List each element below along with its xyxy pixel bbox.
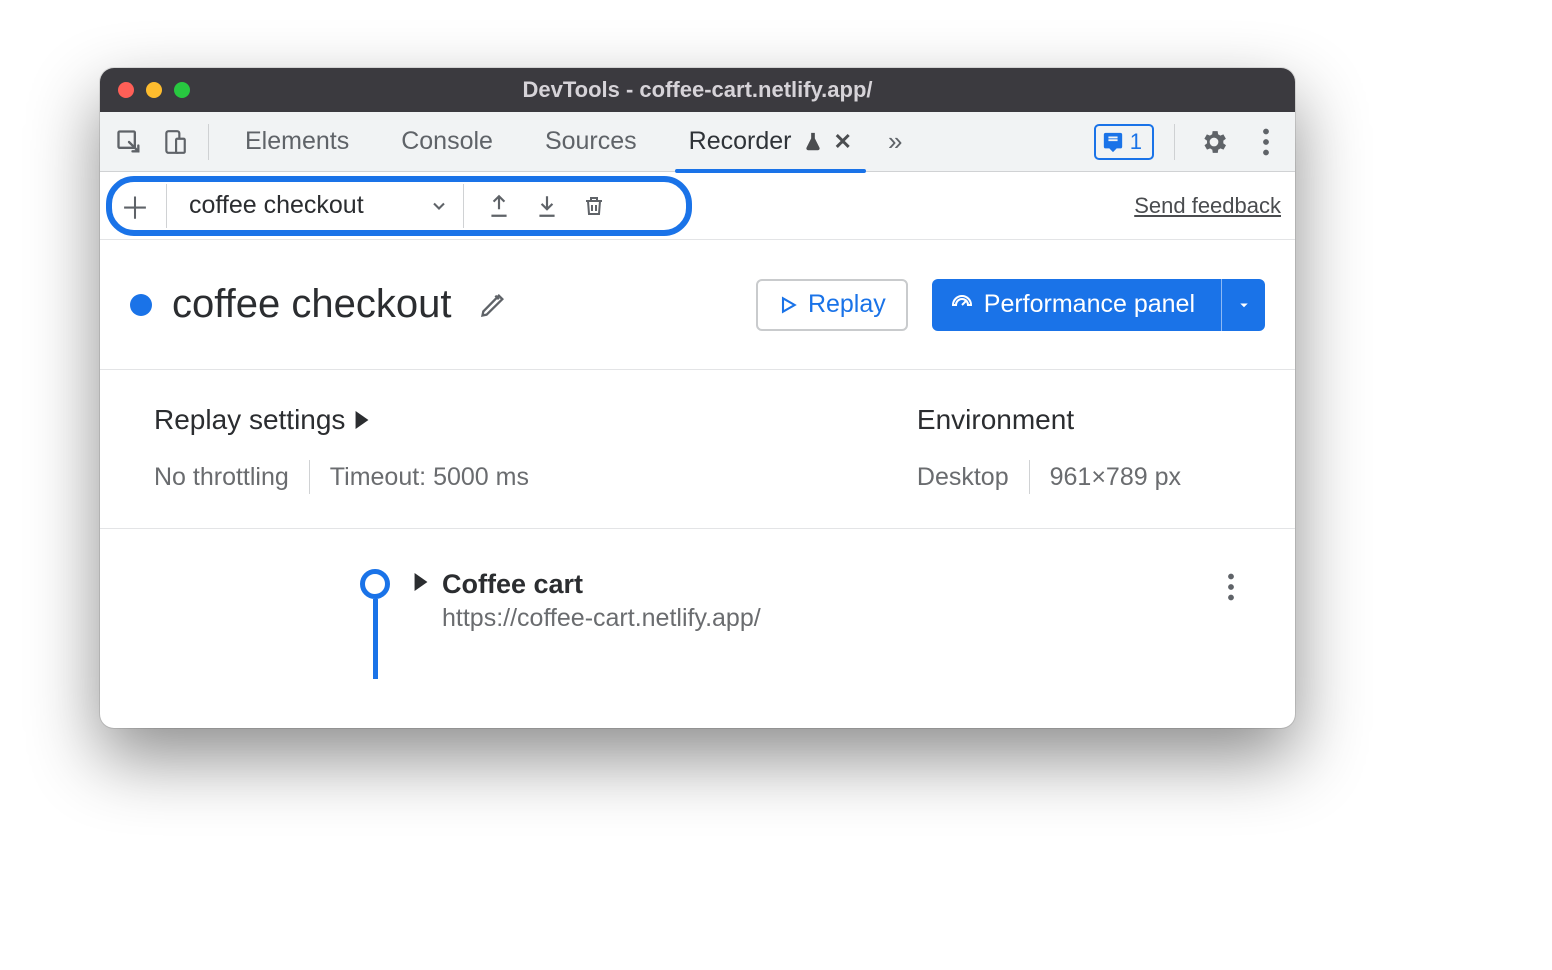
performance-panel-button[interactable]: Performance panel	[932, 279, 1265, 331]
device-value: Desktop	[917, 463, 1009, 492]
divider	[208, 124, 209, 160]
recorder-toolbar: ＋ coffee checkout Send feedback	[100, 172, 1295, 240]
minimize-window-button[interactable]	[146, 82, 162, 98]
expand-step-icon[interactable]	[414, 573, 428, 591]
recording-title: coffee checkout	[172, 282, 451, 327]
send-feedback-link[interactable]: Send feedback	[1134, 193, 1281, 219]
performance-panel-dropdown[interactable]	[1221, 279, 1265, 331]
device-toolbar-icon[interactable]	[156, 123, 194, 161]
tab-recorder[interactable]: Recorder ✕	[667, 112, 874, 172]
delete-icon[interactable]	[582, 193, 606, 219]
step-title: Coffee cart	[442, 569, 761, 600]
environment-label: Environment	[917, 404, 1181, 436]
issues-count: 1	[1130, 129, 1142, 155]
window-controls	[118, 82, 190, 98]
tab-sources-label: Sources	[545, 127, 637, 156]
new-recording-button[interactable]: ＋	[114, 184, 156, 228]
step-connector	[373, 599, 378, 679]
tab-recorder-label: Recorder	[689, 127, 792, 156]
step-menu-icon[interactable]	[1227, 573, 1235, 601]
performance-panel-label: Performance panel	[984, 290, 1195, 319]
tab-strip: Elements Console Sources Recorder ✕ » 1	[100, 112, 1295, 172]
more-tabs-icon[interactable]: »	[888, 126, 902, 157]
maximize-window-button[interactable]	[174, 82, 190, 98]
window-title: DevTools - coffee-cart.netlify.app/	[100, 77, 1295, 103]
import-icon[interactable]	[534, 193, 560, 219]
flask-icon	[802, 131, 824, 153]
settings-icon[interactable]	[1195, 123, 1233, 161]
divider	[1174, 124, 1175, 160]
inspect-element-icon[interactable]	[110, 123, 148, 161]
close-tab-icon[interactable]: ✕	[834, 129, 852, 155]
chevron-down-icon	[429, 196, 449, 216]
tab-console-label: Console	[401, 127, 493, 156]
throttling-value: No throttling	[154, 463, 289, 492]
step-node-icon	[360, 569, 390, 599]
replay-settings-label: Replay settings	[154, 404, 345, 436]
step-url: https://coffee-cart.netlify.app/	[442, 604, 761, 633]
replay-button-label: Replay	[808, 290, 886, 319]
viewport-value: 961×789 px	[1050, 463, 1181, 492]
replay-settings-toggle[interactable]: Replay settings	[154, 404, 529, 436]
steps-list: Coffee cart https://coffee-cart.netlify.…	[100, 529, 1295, 679]
replay-button[interactable]: Replay	[756, 279, 908, 331]
edit-title-icon[interactable]	[479, 291, 507, 319]
recording-selector-label: coffee checkout	[189, 191, 415, 220]
tab-elements[interactable]: Elements	[223, 112, 371, 172]
tab-sources[interactable]: Sources	[523, 112, 659, 172]
tab-console[interactable]: Console	[379, 112, 515, 172]
recording-header: coffee checkout Replay Performance panel	[100, 240, 1295, 370]
status-dot-icon	[130, 294, 152, 316]
titlebar: DevTools - coffee-cart.netlify.app/	[100, 68, 1295, 112]
timeout-value: Timeout: 5000 ms	[330, 463, 529, 492]
kebab-menu-icon[interactable]	[1247, 123, 1285, 161]
issues-badge[interactable]: 1	[1094, 124, 1154, 160]
step-row: Coffee cart https://coffee-cart.netlify.…	[160, 569, 1235, 679]
devtools-window: DevTools - coffee-cart.netlify.app/ Elem…	[100, 68, 1295, 728]
divider	[309, 460, 310, 494]
divider	[1029, 460, 1030, 494]
settings-row: Replay settings No throttling Timeout: 5…	[100, 370, 1295, 529]
triangle-right-icon	[355, 411, 369, 429]
recording-selector[interactable]: coffee checkout	[166, 184, 449, 228]
tab-elements-label: Elements	[245, 127, 349, 156]
export-icon[interactable]	[486, 193, 512, 219]
close-window-button[interactable]	[118, 82, 134, 98]
